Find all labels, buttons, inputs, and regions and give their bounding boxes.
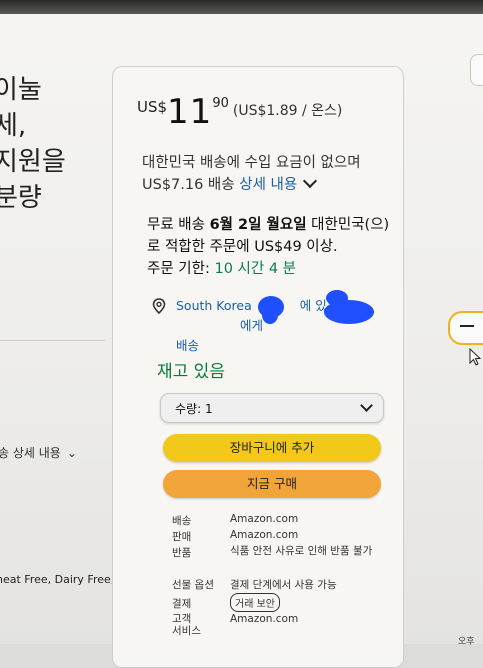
- price-fraction: 90: [212, 96, 229, 111]
- free-delivery-prefix: 무료 배송: [147, 217, 205, 233]
- info-key: 배송: [172, 515, 192, 527]
- stock-status: 재고 있음: [157, 362, 225, 382]
- quantity-label: 수량: 1: [175, 402, 213, 416]
- product-description: 이눌 세, 지원을 분량: [0, 72, 94, 216]
- order-deadline-label: 주문 기한:: [147, 261, 210, 277]
- monitor-bezel: [0, 0, 483, 14]
- diet-tags: heat Free, Dairy Free,: [0, 573, 115, 586]
- quantity-stepper[interactable]: [448, 311, 483, 345]
- shipping-details-link[interactable]: 상세 내용: [239, 177, 297, 193]
- description-line: 지원을: [0, 147, 66, 177]
- price-currency: US$: [137, 98, 168, 116]
- info-value: 결제 단계에서 사용 가능: [230, 579, 337, 591]
- minus-icon[interactable]: [460, 325, 474, 327]
- location-line2: 배송: [176, 338, 200, 353]
- chevron-down-icon[interactable]: [303, 173, 318, 189]
- description-line: 세,: [0, 111, 27, 141]
- info-key: 고객 서비스: [172, 613, 201, 637]
- info-value: 식품 안전 사유로 인해 반품 불가: [230, 545, 373, 557]
- purchase-info-table: 배송 Amazon.com 판매 Amazon.com 반품 식품 안전 사유로…: [172, 513, 402, 637]
- info-value[interactable]: 거래 보안: [230, 593, 280, 612]
- info-row: 반품 식품 안전 사유로 인해 반품 불가: [172, 545, 402, 577]
- location-end: 에게: [240, 318, 264, 333]
- order-deadline-countdown: 10 시간 4 분: [214, 261, 296, 277]
- price-whole: 11: [167, 92, 213, 132]
- chevron-down-icon: ⌄: [66, 446, 77, 460]
- shipping-details-toggle[interactable]: 송 상세 내용 ⌄: [0, 444, 77, 461]
- info-row: 고객 서비스 Amazon.com: [172, 613, 402, 637]
- redaction-mark: [324, 300, 374, 324]
- info-key: 결제: [172, 598, 192, 610]
- description-line: 이눌: [0, 75, 42, 105]
- location-country: South Korea: [176, 298, 252, 313]
- screen: 이눌 세, 지원을 분량 송 상세 내용 ⌄ heat Free, Dairy F…: [0, 0, 483, 668]
- info-row: 판매 Amazon.com: [172, 529, 402, 545]
- quantity-select[interactable]: 수량: 1: [160, 393, 384, 423]
- info-key: 선물 옵션: [172, 579, 214, 591]
- side-panel-button[interactable]: [470, 54, 483, 86]
- divider: [0, 340, 105, 341]
- info-row: 배송 Amazon.com: [172, 513, 402, 529]
- price: US$1190 (US$1.89 / 온스): [137, 92, 342, 132]
- unit-price: (US$1.89 / 온스): [232, 103, 343, 119]
- buy-now-button[interactable]: 지금 구매: [163, 470, 381, 498]
- info-value: Amazon.com: [230, 513, 299, 525]
- free-delivery-info: 무료 배송 6월 2일 월요일 대한민국(으)로 적합한 주문에 US$49 이…: [147, 214, 402, 280]
- mouse-cursor-icon: [469, 348, 481, 366]
- location-pin-icon: [152, 298, 166, 314]
- quantity-value: 1: [204, 402, 213, 416]
- delivery-date: 6월 2일 월요일: [209, 217, 307, 233]
- info-key: 반품: [172, 547, 192, 559]
- chevron-down-icon: [360, 399, 373, 412]
- info-row: 결제 거래 보안: [172, 593, 402, 613]
- add-to-cart-button[interactable]: 장바구니에 추가: [163, 434, 381, 462]
- description-line: 분량: [0, 183, 42, 213]
- secure-transaction-badge[interactable]: 거래 보안: [230, 593, 280, 612]
- info-key: 판매: [172, 531, 192, 543]
- info-value: Amazon.com: [230, 613, 299, 625]
- shipping-details-label: 송 상세 내용: [0, 446, 61, 460]
- info-row: 선물 옵션 결제 단계에서 사용 가능: [172, 577, 402, 593]
- import-shipping-info: 대한민국 배송에 수입 요금이 없으며 US$7.16 배송 상세 내용: [142, 152, 402, 196]
- taskbar-clock: 오후: [458, 637, 475, 647]
- info-value: Amazon.com: [230, 529, 299, 541]
- redaction-mark: [262, 306, 278, 324]
